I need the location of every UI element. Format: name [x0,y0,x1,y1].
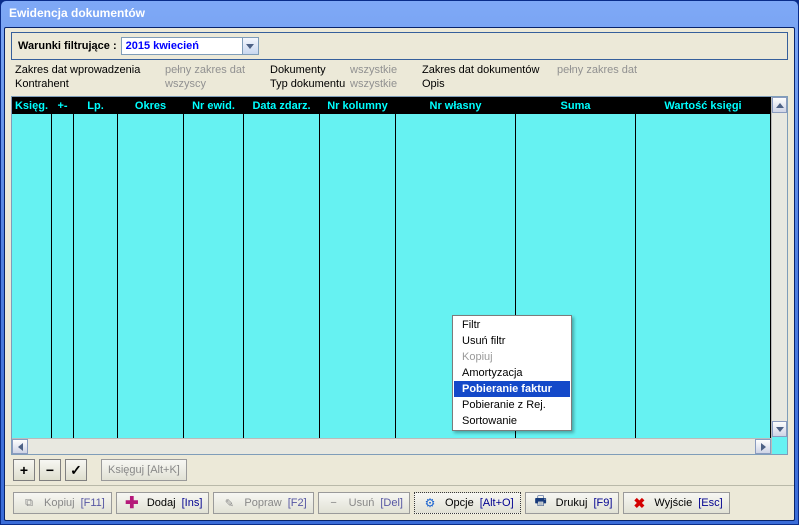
period-combo[interactable] [121,37,259,55]
plus-icon: ✚ [123,494,141,512]
contractor-label: Kontrahent [15,78,165,90]
col-ksieg[interactable]: Księg. [12,97,52,114]
period-input[interactable] [122,38,242,54]
context-menu[interactable]: Filtr Usuń filtr Kopiuj Amortyzacja Pobi… [452,315,572,431]
col-lp[interactable]: Lp. [74,97,118,114]
col-nrkol[interactable]: Nr kolumny [320,97,396,114]
window: Ewidencja dokumentów Warunki filtrujące … [0,0,799,525]
footer-toolbar: ⧉ Kopiuj [F11] ✚ Dodaj [Ins] ✎ Popraw [F… [5,485,794,520]
doc-type-label: Typ dokumentu [270,78,350,90]
scroll-left-button[interactable] [12,439,28,454]
vertical-scrollbar[interactable] [771,97,787,454]
col-wartosc[interactable]: Wartość księgi [636,97,771,114]
filter-label: Warunki filtrujące : [18,40,117,52]
menu-filtr[interactable]: Filtr [454,317,570,333]
menu-pobieranie-rej[interactable]: Pobieranie z Rej. [454,397,570,413]
kopiuj-button: ⧉ Kopiuj [F11] [13,492,112,514]
col-okres[interactable]: Okres [118,97,184,114]
date-range-docs-label: Zakres dat dokumentów [422,64,557,76]
menu-amortyzacja[interactable]: Amortyzacja [454,365,570,381]
dropdown-button[interactable] [242,38,258,54]
documents-label: Dokumenty [270,64,350,76]
add-record-button[interactable]: + [13,459,35,481]
menu-sortowanie[interactable]: Sortowanie [454,413,570,429]
scrollbar-corner [772,437,787,454]
window-title: Ewidencja dokumentów [9,6,145,20]
col-nrwlasny[interactable]: Nr własny [396,97,516,114]
remove-record-button[interactable]: − [39,459,61,481]
ksieguj-button: Księguj [Alt+K] [101,459,187,481]
scroll-right-button[interactable] [755,439,771,454]
titlebar[interactable]: Ewidencja dokumentów [1,1,798,27]
chevron-down-icon [776,427,784,432]
edit-icon: ✎ [220,494,238,512]
printer-icon: 🖶 [532,494,550,512]
date-range-docs-value: pełny zakres dat [557,64,667,76]
date-range-entry-label: Zakres dat wprowadzenia [15,64,165,76]
menu-kopiuj: Kopiuj [454,349,570,365]
col-suma[interactable]: Suma [516,97,636,114]
chevron-up-icon [776,103,784,108]
ksieguj-label: Księguj [Alt+K] [108,464,180,476]
chevron-down-icon [246,44,254,49]
description-label: Opis [422,78,557,90]
usun-button: − Usuń [Del] [318,492,410,514]
grid-header: Księg. +- Lp. Okres Nr ewid. Data zdarz.… [12,97,771,114]
grid-body[interactable]: Filtr Usuń filtr Kopiuj Amortyzacja Pobi… [12,114,771,438]
contractor-value: wszyscy [165,78,270,90]
drukuj-button[interactable]: 🖶 Drukuj [F9] [525,492,620,514]
close-icon: ✖ [630,494,648,512]
chevron-right-icon [761,443,766,451]
scroll-up-button[interactable] [772,97,787,113]
filter-summary: Zakres dat wprowadzenia pełny zakres dat… [15,64,784,90]
copy-icon: ⧉ [20,494,38,512]
documents-value: wszystkie [350,64,422,76]
opcje-button[interactable]: ⚙ Opcje[Alt+O] [414,492,521,514]
description-value [557,78,667,90]
horizontal-scrollbar[interactable] [12,438,771,454]
minus-icon: − [325,494,343,512]
record-toolbar: + − ✓ Księguj [Alt+K] [13,459,786,481]
dodaj-button[interactable]: ✚ Dodaj [Ins] [116,492,210,514]
popraw-button: ✎ Popraw [F2] [213,492,313,514]
col-data[interactable]: Data zdarz. [244,97,320,114]
col-nrewid[interactable]: Nr ewid. [184,97,244,114]
commit-record-button[interactable]: ✓ [65,459,87,481]
date-range-entry-value: pełny zakres dat [165,64,270,76]
col-pm[interactable]: +- [52,97,74,114]
chevron-left-icon [18,443,23,451]
client-area: Warunki filtrujące : Zakres dat wprowadz… [4,27,795,521]
gear-icon: ⚙ [421,494,439,512]
scroll-down-button[interactable] [772,421,787,437]
data-grid[interactable]: Księg. +- Lp. Okres Nr ewid. Data zdarz.… [11,96,788,455]
wyjscie-button[interactable]: ✖ Wyjście [Esc] [623,492,729,514]
menu-pobieranie-faktur[interactable]: Pobieranie faktur [454,381,570,397]
doc-type-value: wszystkie [350,78,422,90]
filter-bar: Warunki filtrujące : [11,32,788,60]
menu-usun-filtr[interactable]: Usuń filtr [454,333,570,349]
